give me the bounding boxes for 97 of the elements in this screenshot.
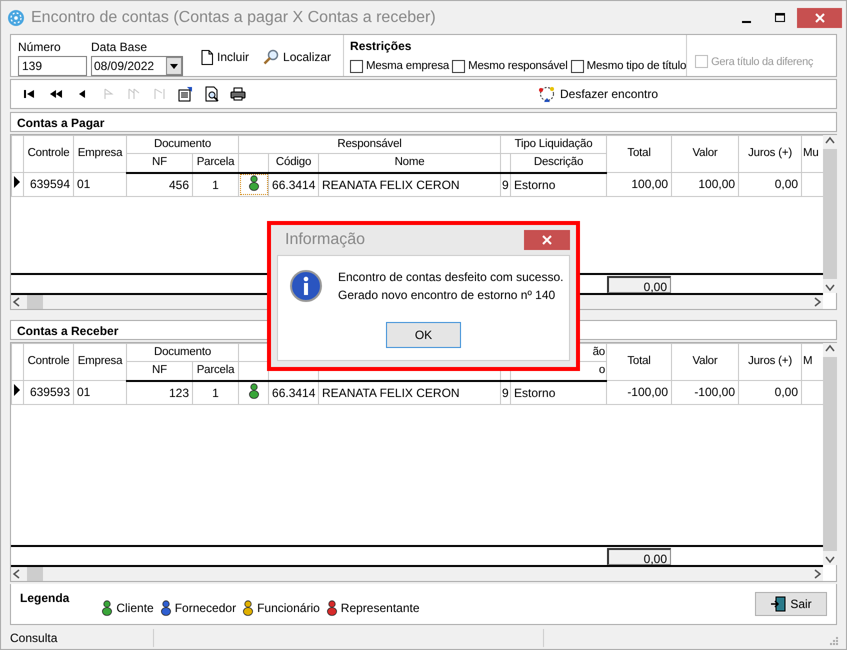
dialog-title: Informação [285, 230, 366, 250]
column-header[interactable]: Documento [126, 136, 239, 154]
close-button[interactable] [524, 230, 570, 250]
checkbox-label: Gera título da diferenç [711, 54, 814, 70]
total-sum: 0,00 [607, 548, 671, 565]
column-header[interactable]: Parcela [192, 154, 239, 172]
table-cell: 66.3414 [268, 172, 319, 196]
checkbox[interactable] [452, 60, 466, 74]
app-icon [7, 8, 25, 26]
minimize-icon [742, 20, 750, 22]
column-header[interactable]: Mu [802, 136, 824, 172]
section-title: Contas a Pagar [17, 116, 104, 130]
total-sum: 0,00 [607, 276, 671, 293]
table-cell: Estorno [510, 380, 607, 404]
column-header[interactable]: Controle [24, 344, 74, 380]
table-cell: 66.3414 [268, 380, 319, 404]
table-cell: 01 [74, 172, 126, 196]
column-header[interactable]: Descrição [510, 154, 607, 172]
table-cell: 01 [74, 380, 126, 404]
scrollbar-thumb[interactable] [27, 567, 43, 581]
table-cell: -100,00 [672, 380, 739, 404]
column-header[interactable]: Empresa [74, 136, 126, 172]
column-header[interactable]: Total [606, 136, 672, 172]
date-field[interactable]: 08/09/2022 [91, 56, 183, 76]
table-cell: 639593 [24, 380, 74, 404]
search-icon [263, 49, 280, 65]
undo-match-button[interactable]: Desfazer encontro [534, 85, 662, 103]
table-cell: 9 [500, 172, 511, 196]
print-preview-icon[interactable] [204, 86, 220, 102]
legend-label: Fornecedor [174, 600, 236, 617]
number-field[interactable]: 139 [18, 56, 87, 76]
ok-button[interactable]: OK [386, 322, 461, 348]
exit-door-icon [770, 596, 786, 612]
section-title: Restrições [350, 38, 412, 55]
close-icon [542, 235, 552, 245]
maximize-icon [775, 12, 785, 22]
column-header[interactable]: Empresa [74, 344, 126, 380]
toolbar-button[interactable]: Localizar [259, 48, 336, 66]
close-button[interactable] [797, 8, 842, 28]
column-header[interactable]: Juros (+) [738, 136, 802, 172]
legend-label: Funcionário [257, 600, 320, 617]
table-cell: REANATA FELIX CERON [318, 172, 501, 196]
status-text: Consulta [10, 631, 58, 645]
table-cell: REANATA FELIX CERON [318, 380, 501, 404]
legend-label: Representante [340, 600, 420, 617]
close-icon [814, 12, 824, 22]
table-cell: 639594 [24, 172, 74, 196]
scrollbar-thumb[interactable] [823, 357, 837, 551]
scrollbar-thumb[interactable] [823, 149, 837, 279]
resize-grip-icon [828, 635, 838, 645]
table-cell: 0,00 [738, 380, 802, 404]
table-cell: -100,00 [606, 380, 672, 404]
table-cell: 9 [500, 380, 511, 404]
column-header[interactable]: Parcela [192, 362, 239, 380]
table-cell: 100,00 [672, 172, 739, 196]
section-title: Contas a Receber [17, 324, 118, 338]
toolbar-button[interactable]: Incluir [197, 48, 254, 66]
document-icon [201, 50, 213, 64]
table-cell: 1 [192, 172, 239, 196]
column-header[interactable]: Valor [672, 136, 739, 172]
column-header[interactable]: Juros (+) [738, 344, 802, 380]
dialog-message: Gerado novo encontro de estorno nº 140 [338, 287, 556, 304]
scrollbar-thumb[interactable] [27, 295, 43, 309]
column-header[interactable]: Controle [24, 136, 74, 172]
checkbox-label: Mesmo tipo de título [586, 59, 686, 74]
column-header[interactable]: NF [126, 362, 192, 380]
edit-icon[interactable] [178, 86, 194, 102]
column-header[interactable]: M [802, 344, 824, 380]
dialog-message: Encontro de contas desfeito com sucesso. [338, 269, 564, 286]
info-icon [290, 270, 322, 302]
table-cell: Estorno [510, 172, 607, 196]
column-header[interactable]: Total [606, 344, 672, 380]
table-cell: 100,00 [606, 172, 672, 196]
checkbox-label: Mesmo responsável [468, 59, 568, 74]
window-title: Encontro de contas (Contas a pagar X Contas a receber) [31, 8, 436, 28]
legend-title: Legenda [20, 590, 70, 607]
column-header[interactable]: NF [126, 154, 192, 172]
field-label: Data Base [91, 39, 148, 56]
checkbox[interactable] [570, 60, 584, 74]
dropdown-icon [166, 57, 182, 75]
column-header[interactable]: Valor [672, 344, 739, 380]
table-cell: 0,00 [738, 172, 802, 196]
column-header[interactable]: Nome [318, 154, 501, 172]
exit-button[interactable]: Sair [755, 592, 827, 616]
legend-label: Cliente [116, 600, 154, 617]
field-label: Número [18, 39, 62, 56]
checkbox[interactable] [350, 60, 364, 74]
table-cell: 456 [126, 172, 192, 196]
column-header[interactable]: Documento [126, 344, 239, 362]
table-cell: 1 [192, 380, 239, 404]
column-header[interactable]: Código [268, 154, 319, 172]
column-header[interactable]: Responsável [238, 136, 501, 154]
checkbox-label: Mesma empresa [366, 59, 450, 74]
column-header[interactable]: Tipo Liquidação [500, 136, 607, 154]
printer-icon[interactable] [230, 86, 246, 102]
undo-icon [538, 85, 556, 103]
table-cell: 123 [126, 380, 192, 404]
